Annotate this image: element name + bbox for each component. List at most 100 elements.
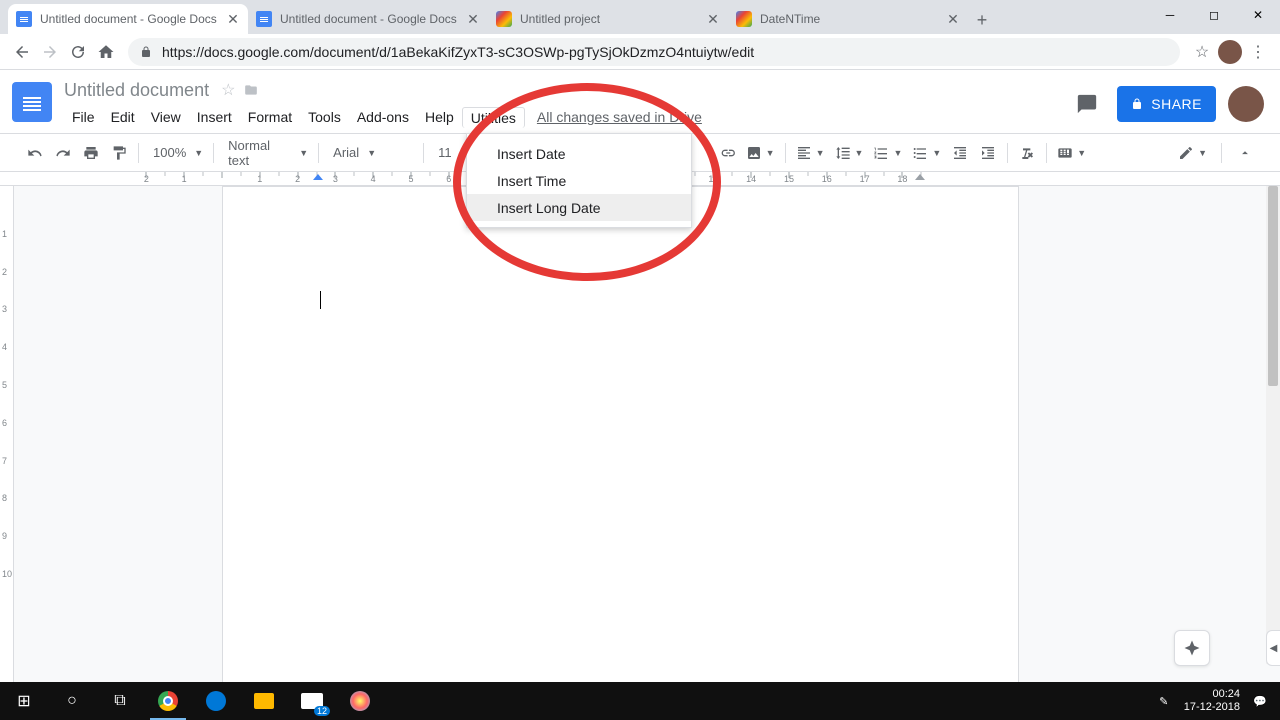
vertical-scrollbar[interactable] [1266,186,1280,664]
insert-image-button[interactable]: ▼ [742,140,779,166]
comments-button[interactable] [1069,86,1105,122]
system-tray: ✎ 00:24 17-12-2018 💬 [1152,682,1280,720]
increase-indent-button[interactable] [975,140,1001,166]
chevron-down-icon: ▼ [194,148,203,158]
home-button[interactable] [92,38,120,66]
menu-insert[interactable]: Insert [189,107,240,127]
mail-taskbar-icon[interactable]: 12 [288,682,336,720]
star-document-icon[interactable]: ☆ [221,80,235,100]
paint-taskbar-icon[interactable] [336,682,384,720]
dropdown-item-insert-date[interactable]: Insert Date [467,140,691,167]
edge-taskbar-icon[interactable] [192,682,240,720]
bulleted-list-button[interactable]: ▼ [908,140,945,166]
windows-taskbar: ⊞ ○ ⧉ 12 ✎ 00:24 17-12-2018 💬 [0,682,1280,720]
side-panel-toggle[interactable]: ◀ [1266,630,1280,666]
url-text: https://docs.google.com/document/d/1aBek… [162,44,754,60]
hide-menus-button[interactable] [1232,140,1258,166]
print-button[interactable] [78,140,104,166]
paragraph-style-combo[interactable]: Normal text▼ [220,140,312,166]
menu-file[interactable]: File [64,107,103,127]
new-tab-button[interactable]: + [968,6,996,34]
save-status[interactable]: All changes saved in Drive [537,109,702,125]
menu-edit[interactable]: Edit [103,107,143,127]
minimize-button[interactable]: ─ [1148,0,1192,30]
lock-icon [1131,97,1143,111]
bookmark-star-icon[interactable]: ☆ [1188,38,1216,66]
browser-menu-icon[interactable]: ⋮ [1244,38,1272,66]
notifications-icon[interactable]: 💬 [1248,682,1272,720]
tray-pen-icon[interactable]: ✎ [1152,682,1176,720]
tray-clock[interactable]: 00:24 17-12-2018 [1176,688,1248,714]
menu-utilities[interactable]: Utilities [462,107,525,128]
tab-title: Untitled document - Google Docs [280,12,466,26]
chevron-down-icon: ▼ [299,148,308,158]
tab-close-icon[interactable]: ✕ [706,12,720,26]
browser-tab[interactable]: Untitled document - Google Docs ✕ [248,4,488,34]
explorer-taskbar-icon[interactable] [240,682,288,720]
browser-tab[interactable]: Untitled project ✕ [488,4,728,34]
docs-logo-icon[interactable] [12,82,52,122]
menu-help[interactable]: Help [417,107,462,127]
move-folder-icon[interactable] [243,83,259,97]
redo-button[interactable] [50,140,76,166]
tab-close-icon[interactable]: ✕ [946,12,960,26]
reload-button[interactable] [64,38,92,66]
zoom-combo[interactable]: 100%▼ [145,140,207,166]
task-view-button[interactable]: ⧉ [96,682,144,720]
font-size-combo[interactable]: 11 [430,140,460,166]
insert-link-button[interactable] [714,140,740,166]
separator [213,143,214,163]
lock-icon [140,45,154,59]
explore-button[interactable] [1174,630,1210,666]
separator [423,143,424,163]
menu-addons[interactable]: Add-ons [349,107,417,127]
tab-close-icon[interactable]: ✕ [226,12,240,26]
browser-tab-strip: Untitled document - Google Docs ✕ Untitl… [0,0,1280,34]
dropdown-item-insert-time[interactable]: Insert Time [467,167,691,194]
chevron-down-icon: ▼ [1077,148,1086,158]
paint-format-button[interactable] [106,140,132,166]
user-avatar[interactable] [1228,86,1264,122]
chevron-down-icon: ▼ [766,148,775,158]
chrome-taskbar-icon[interactable] [144,682,192,720]
maximize-button[interactable]: ◻ [1192,0,1236,30]
numbered-list-button[interactable]: ▼ [869,140,906,166]
utilities-dropdown: Insert Date Insert Time Insert Long Date [466,133,692,228]
browser-tab[interactable]: DateNTime ✕ [728,4,968,34]
decrease-indent-button[interactable] [947,140,973,166]
clear-formatting-button[interactable] [1014,140,1040,166]
document-page[interactable] [222,186,1019,682]
tab-title: DateNTime [760,12,946,26]
text-cursor [320,291,321,309]
menu-tools[interactable]: Tools [300,107,349,127]
share-button[interactable]: SHARE [1117,86,1216,122]
address-bar: https://docs.google.com/document/d/1aBek… [0,34,1280,70]
back-button[interactable] [8,38,36,66]
input-tools-button[interactable]: ▼ [1053,140,1090,166]
script-favicon-icon [496,11,512,27]
chevron-down-icon: ▼ [855,148,864,158]
url-field[interactable]: https://docs.google.com/document/d/1aBek… [128,38,1180,66]
close-window-button[interactable]: ✕ [1236,0,1280,30]
browser-profile-avatar[interactable] [1216,38,1244,66]
font-combo[interactable]: Arial▼ [325,140,417,166]
tab-close-icon[interactable]: ✕ [466,12,480,26]
forward-button[interactable] [36,38,64,66]
separator [318,143,319,163]
editing-mode-button[interactable]: ▼ [1174,140,1211,166]
docs-favicon-icon [256,11,272,27]
dropdown-item-insert-long-date[interactable]: Insert Long Date [467,194,691,221]
document-title[interactable]: Untitled document [64,80,209,101]
undo-button[interactable] [22,140,48,166]
vertical-ruler[interactable]: 12345678910 [0,186,14,682]
align-button[interactable]: ▼ [792,140,829,166]
tab-title: Untitled project [520,12,706,26]
menu-format[interactable]: Format [240,107,300,127]
scrollbar-thumb[interactable] [1268,186,1278,386]
cortana-button[interactable]: ○ [48,682,96,720]
menu-view[interactable]: View [143,107,189,127]
browser-tab[interactable]: Untitled document - Google Docs ✕ [8,4,248,34]
page-area [14,186,1280,682]
start-button[interactable]: ⊞ [0,682,48,720]
line-spacing-button[interactable]: ▼ [831,140,868,166]
